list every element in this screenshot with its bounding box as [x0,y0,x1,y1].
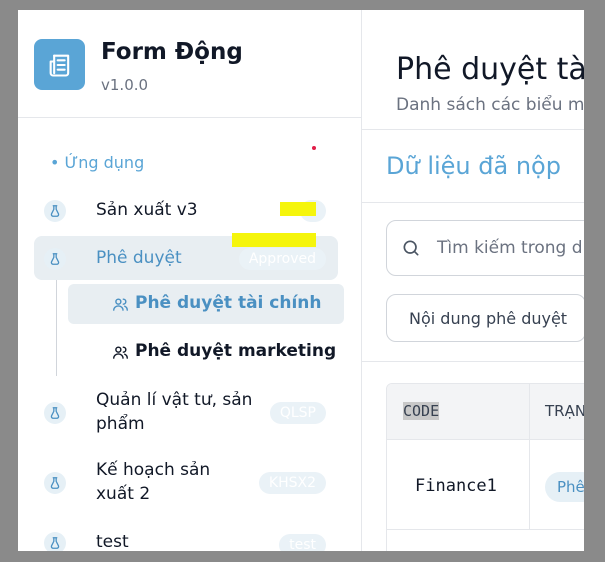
brand-header: Form Động v1.0.0 [18,10,361,118]
column-header-code[interactable]: CODE [403,402,440,420]
sidebar-item-badge: test [279,534,326,551]
card-title: Dữ liệu đã nộp [386,152,561,180]
sidebar: Form Động v1.0.0 • Ứng dụng Sản xuất v3 … [18,10,362,551]
table-row[interactable]: Finance1 Phê [387,440,584,530]
divider [362,361,584,362]
sidebar-item-badge: KHSX2 [258,472,326,494]
sidebar-item-label-line1: Quản lí vật tư, sản [96,390,253,410]
table-header-row: CODE TRẠN [387,384,584,440]
tab-noi-dung-phe-duyet[interactable]: Nội dung phê duyệt [386,294,584,342]
sidebar-subitem-phe-duyet-marketing[interactable]: Phê duyệt marketing [68,332,344,372]
search-placeholder: Tìm kiếm trong d [437,238,583,258]
search-icon [403,240,419,256]
sidebar-item-label-line2: xuất 2 [96,484,151,504]
sidebar-subitem-label: Phê duyệt marketing [135,341,337,361]
users-icon [113,346,128,359]
submissions-table: CODE TRẠN Finance1 Phê [386,383,584,551]
sidebar-item-label: Phê duyệt [96,248,182,268]
tab-label: Nội dung phê duyệt [409,309,568,328]
page-header: Phê duyệt tài Danh sách các biểu m [362,10,584,130]
sidebar-subitem-phe-duyet-tai-chinh[interactable]: Phê duyệt tài chính [68,284,344,324]
search-input[interactable]: Tìm kiếm trong d [386,220,584,276]
section-label-apps: • Ứng dụng [50,153,145,172]
sidebar-item-label-line1: Kế hoạch sản [96,460,211,480]
cell-code: Finance1 [415,476,497,496]
column-divider [529,440,530,530]
sidebar-item-quan-li-vat-tu[interactable]: Quản lí vật tư, sản phẩm QLSP [34,388,338,442]
sidebar-item-badge: QLSP [269,402,326,424]
sidebar-item-label-line2: phẩm [96,414,145,434]
sidebar-item-test[interactable]: test test [34,524,338,551]
tree-connector [56,280,57,376]
sidebar-subitem-label: Phê duyệt tài chính [135,293,322,313]
notification-dot [312,146,316,150]
status-badge: Phê [545,472,584,502]
column-divider [529,384,530,440]
flask-icon [44,200,66,222]
sidebar-item-label: test [96,532,129,551]
flask-icon [44,402,66,424]
column-header-status[interactable]: TRẠN [545,402,584,420]
newspaper-icon[interactable] [34,39,85,90]
highlight-mark [232,233,316,247]
flask-icon [44,248,66,270]
highlight-mark [280,202,316,216]
app-window: Form Động v1.0.0 • Ứng dụng Sản xuất v3 … [18,10,584,551]
flask-icon [44,472,66,494]
page-title: Phê duyệt tài [396,52,584,87]
app-version: v1.0.0 [101,76,149,94]
sidebar-item-ke-hoach-san-xuat-2[interactable]: Kế hoạch sản xuất 2 KHSX2 [34,458,338,512]
flask-icon [44,532,66,551]
sidebar-item-badge: Approved [238,248,326,270]
sidebar-item-label: Sản xuất v3 [96,200,198,220]
main-content: Phê duyệt tài Danh sách các biểu m Dữ li… [362,10,584,551]
users-icon [113,298,128,311]
divider [362,202,584,203]
app-title: Form Động [101,39,243,65]
page-subtitle: Danh sách các biểu m [396,95,584,115]
